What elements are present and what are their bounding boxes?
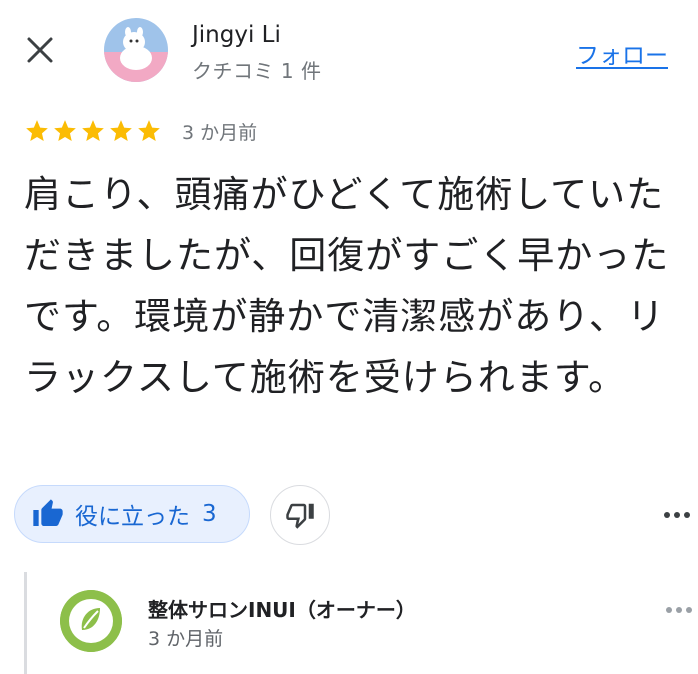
owner-reply-date: 3 か月前 — [148, 628, 224, 650]
close-icon[interactable] — [26, 36, 54, 64]
owner-reply-more-button[interactable] — [666, 598, 698, 622]
owner-avatar — [60, 590, 122, 652]
star-rating — [24, 118, 162, 144]
thumbs-down-icon — [286, 503, 314, 529]
thumbs-up-icon — [33, 499, 63, 526]
owner-reply: 整体サロンINUI（オーナー） 3 か月前 — [24, 572, 698, 674]
author-review-count: クチコミ 1 件 — [192, 59, 322, 83]
review-text: 肩こり、頭痛がひどくて施術していただきましたが、回復がすごく早かったです。環境が… — [24, 173, 670, 399]
rating-row: 3 か月前 — [24, 116, 257, 146]
star-icon — [54, 120, 76, 141]
star-icon — [138, 120, 160, 141]
reply-divider — [24, 572, 27, 674]
review-date: 3 か月前 — [182, 121, 258, 144]
more-options-icon — [664, 512, 690, 518]
helpful-label: 役に立った — [75, 504, 190, 530]
author-name[interactable]: Jingyi Li — [192, 22, 281, 48]
star-icon — [26, 120, 48, 141]
review-more-button[interactable] — [664, 500, 698, 530]
more-options-icon — [666, 607, 692, 613]
helpful-count: 3 — [202, 501, 217, 527]
owner-name: 整体サロンINUI（オーナー） — [148, 598, 416, 622]
author-avatar[interactable] — [104, 18, 168, 82]
helpful-button[interactable]: 役に立った 3 — [14, 485, 250, 543]
star-icon — [110, 120, 132, 141]
follow-button[interactable]: フォロー — [576, 36, 668, 70]
not-helpful-button[interactable] — [270, 485, 330, 545]
star-icon — [82, 120, 104, 141]
close-button[interactable] — [20, 30, 60, 70]
review-header: Jingyi Li クチコミ 1 件 フォロー — [0, 0, 698, 108]
